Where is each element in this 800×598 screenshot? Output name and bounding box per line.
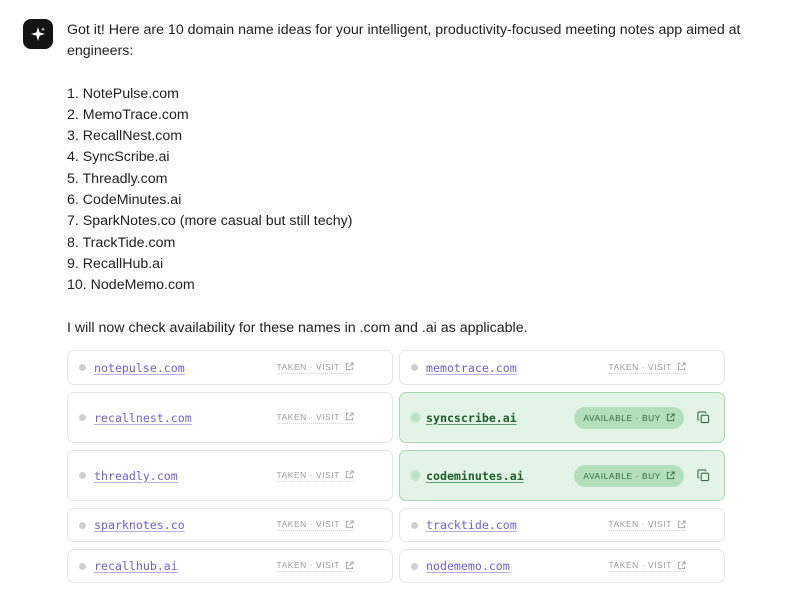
domain-card-recallnest: recallnest.com TAKEN · VISIT [67, 392, 393, 443]
list-item: 8. TrackTide.com [67, 234, 176, 251]
status-dot [79, 562, 86, 570]
domain-link[interactable]: memotrace.com [426, 361, 517, 375]
status-label: TAKEN · VISIT [276, 361, 340, 372]
domain-link[interactable]: nodememo.com [426, 559, 510, 573]
taken-visit-link[interactable]: TAKEN · VISIT [608, 361, 686, 374]
copy-icon [696, 469, 709, 482]
domain-link[interactable]: notepulse.com [94, 361, 185, 375]
copy-icon [696, 411, 709, 424]
list-item: 1. NotePulse.com [67, 85, 179, 102]
list-item: 7. SparkNotes.co (more casual but still … [67, 213, 353, 230]
list-item: 9. RecallHub.ai [67, 255, 164, 272]
domain-link[interactable]: tracktide.com [426, 518, 517, 532]
external-link-icon [345, 412, 354, 421]
status-label: TAKEN · VISIT [276, 411, 340, 422]
domain-card-codeminutes: codeminutes.ai AVAILABLE · BUY [399, 450, 725, 501]
list-item: 10. NodeMemo.com [67, 277, 195, 294]
taken-visit-link[interactable]: TAKEN · VISIT [276, 519, 354, 531]
status-label: TAKEN · VISIT [276, 560, 340, 570]
taken-visit-link[interactable]: TAKEN · VISIT [608, 560, 686, 572]
copy-button[interactable] [696, 411, 710, 425]
external-link-icon [677, 560, 686, 569]
domain-link[interactable]: recallhub.ai [94, 559, 178, 573]
assistant-message: Got it! Here are 10 domain name ideas fo… [67, 20, 747, 339]
external-link-icon [345, 470, 354, 479]
list-item: 4. SyncScribe.ai [67, 149, 170, 166]
domain-card-nodememo: nodememo.com TAKEN · VISIT [399, 549, 725, 583]
external-link-icon [666, 413, 675, 422]
status-dot [79, 521, 86, 529]
list-item: 3. RecallNest.com [67, 128, 183, 145]
status-label: AVAILABLE · BUY [583, 412, 661, 423]
status-dot [79, 414, 86, 421]
domain-card-notepulse: notepulse.com TAKEN · VISIT [67, 350, 393, 385]
domain-card-sparknotes: sparknotes.co TAKEN · VISIT [67, 508, 393, 542]
domain-card-syncscribe: syncscribe.ai AVAILABLE · BUY [399, 392, 725, 443]
available-buy-button[interactable]: AVAILABLE · BUY [574, 406, 684, 429]
assistant-avatar [23, 19, 53, 49]
taken-visit-link[interactable]: TAKEN · VISIT [276, 411, 354, 424]
taken-visit-link[interactable]: TAKEN · VISIT [276, 361, 354, 374]
list-item: 5. Threadly.com [67, 170, 168, 187]
copy-button[interactable] [696, 469, 710, 483]
domain-card-memotrace: memotrace.com TAKEN · VISIT [399, 350, 725, 385]
domain-link[interactable]: syncscribe.ai [426, 411, 517, 425]
domain-card-recallhub: recallhub.ai TAKEN · VISIT [67, 549, 393, 583]
status-label: TAKEN · VISIT [608, 560, 672, 570]
status-dot [411, 562, 418, 570]
message-intro: Got it! Here are 10 domain name ideas fo… [67, 22, 741, 60]
status-label: TAKEN · VISIT [276, 519, 340, 529]
status-dot [410, 412, 421, 423]
available-buy-button[interactable]: AVAILABLE · BUY [574, 464, 684, 487]
status-dot [79, 472, 86, 479]
external-link-icon [345, 560, 354, 569]
domain-link[interactable]: recallnest.com [94, 411, 192, 425]
message-closing: I will now check availability for these … [67, 319, 528, 336]
status-dot [411, 521, 418, 529]
list-item: 6. CodeMinutes.ai [67, 192, 182, 209]
domain-link[interactable]: threadly.com [94, 469, 178, 483]
status-dot [411, 364, 418, 371]
domain-link[interactable]: codeminutes.ai [426, 469, 524, 483]
external-link-icon [666, 471, 675, 480]
status-dot [410, 470, 421, 481]
external-link-icon [677, 519, 686, 528]
sparkle-icon [31, 27, 45, 41]
domain-card-threadly: threadly.com TAKEN · VISIT [67, 450, 393, 501]
status-label: TAKEN · VISIT [608, 519, 672, 529]
domain-link[interactable]: sparknotes.co [94, 518, 185, 532]
external-link-icon [677, 362, 686, 371]
external-link-icon [345, 362, 354, 371]
status-dot [79, 364, 86, 371]
external-link-icon [345, 519, 354, 528]
status-label: AVAILABLE · BUY [583, 470, 661, 481]
status-label: TAKEN · VISIT [276, 469, 340, 480]
domain-idea-list: 1. NotePulse.com 2. MemoTrace.com 3. Rec… [67, 84, 747, 297]
taken-visit-link[interactable]: TAKEN · VISIT [276, 469, 354, 482]
taken-visit-link[interactable]: TAKEN · VISIT [608, 519, 686, 531]
domain-card-tracktide: tracktide.com TAKEN · VISIT [399, 508, 725, 542]
status-label: TAKEN · VISIT [608, 361, 672, 372]
taken-visit-link[interactable]: TAKEN · VISIT [276, 560, 354, 572]
list-item: 2. MemoTrace.com [67, 106, 189, 123]
